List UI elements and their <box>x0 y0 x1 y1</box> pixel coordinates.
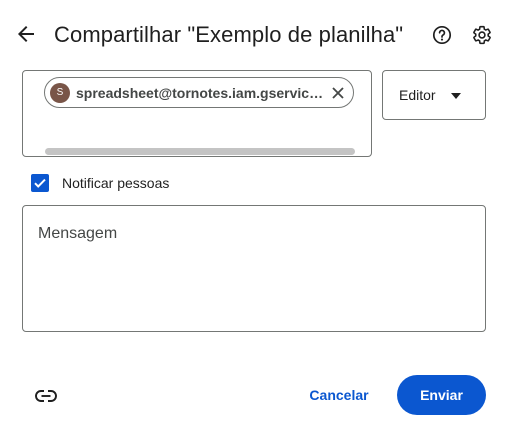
close-icon <box>332 87 344 99</box>
link-icon <box>35 390 57 402</box>
cancel-button[interactable]: Cancelar <box>298 375 380 415</box>
back-button[interactable] <box>10 18 42 50</box>
caret-down-icon <box>451 93 461 99</box>
remove-recipient-button[interactable] <box>328 83 348 103</box>
help-button[interactable] <box>427 20 457 50</box>
help-circle-icon <box>432 25 452 45</box>
settings-button[interactable] <box>467 20 497 50</box>
role-dropdown[interactable]: Editor <box>382 70 486 120</box>
recipient-email: spreadsheet@tornotes.iam.gserviceaccount… <box>76 84 326 101</box>
arrow-back-icon <box>18 26 34 42</box>
avatar: S <box>50 82 70 103</box>
notify-checkbox[interactable] <box>31 174 49 192</box>
recipients-input[interactable]: S spreadsheet@tornotes.iam.gserviceaccou… <box>22 70 372 157</box>
role-selected: Editor <box>399 87 436 103</box>
notify-label: Notificar pessoas <box>62 175 170 191</box>
recipient-chip[interactable]: S spreadsheet@tornotes.iam.gserviceaccou… <box>44 77 354 108</box>
check-icon <box>34 178 46 188</box>
dialog-header: Compartilhar "Exemplo de planilha" <box>0 14 508 58</box>
message-input[interactable] <box>22 205 486 332</box>
share-dialog: Compartilhar "Exemplo de planilha" S spr… <box>0 0 508 442</box>
copy-link-button[interactable] <box>30 380 62 412</box>
horizontal-scrollbar[interactable] <box>45 148 355 155</box>
send-button[interactable]: Enviar <box>397 375 486 415</box>
gear-icon <box>473 25 491 45</box>
dialog-title: Compartilhar "Exemplo de planilha" <box>54 22 404 47</box>
notify-row: Notificar pessoas <box>31 174 169 192</box>
